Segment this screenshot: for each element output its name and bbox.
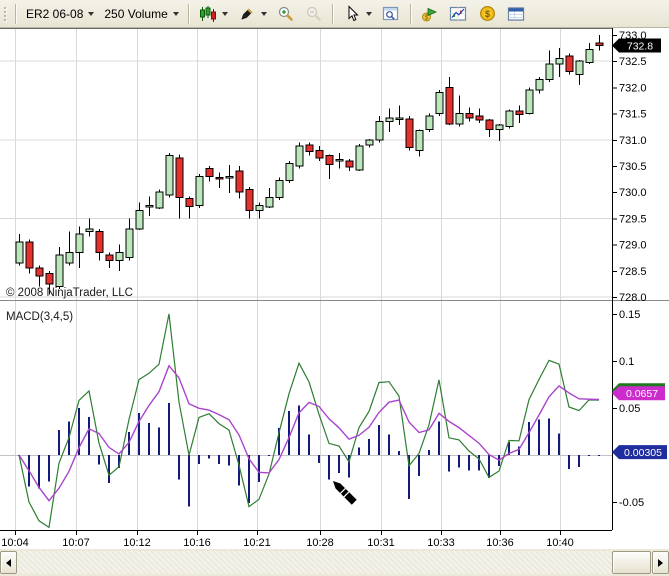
send-to-button[interactable]: $ bbox=[416, 2, 444, 26]
chevron-down-icon bbox=[172, 12, 179, 19]
toolbar-grip-handle[interactable] bbox=[4, 6, 6, 21]
chart-style-icon bbox=[199, 5, 216, 22]
dollar-coin-icon: $ bbox=[479, 5, 495, 22]
chart-trader-button[interactable]: $ bbox=[473, 2, 502, 26]
toolbar-separator bbox=[15, 3, 17, 24]
indicators-button[interactable] bbox=[444, 2, 473, 26]
time-tick-label: 10:21 bbox=[243, 537, 271, 549]
indicator-tick-label: -0.05 bbox=[619, 497, 644, 509]
zoom-in-button[interactable] bbox=[272, 2, 300, 26]
send-to-icon: $ bbox=[421, 7, 437, 21]
drawing-tools-button[interactable] bbox=[233, 2, 272, 26]
data-series-button[interactable] bbox=[502, 2, 531, 26]
zoom-in-icon bbox=[278, 6, 293, 21]
time-axis: 10:04 10:07 10:12 10:16 10:21 10:28 10:31 10:33… bbox=[1, 530, 574, 549]
price-tick-label: 732.5 bbox=[619, 56, 647, 68]
time-tick-label: 10:33 bbox=[427, 537, 455, 549]
svg-text:$: $ bbox=[485, 9, 490, 19]
instrument-label: ER2 06-08 bbox=[26, 6, 84, 21]
price-axis: 733.0732.5732.0731.5731.0730.5730.0729.5… bbox=[612, 30, 647, 304]
interval-selector[interactable]: 250 Volume bbox=[99, 2, 183, 26]
macd-avg-line bbox=[18, 364, 600, 502]
zoom-window-icon bbox=[382, 6, 398, 20]
zoom-out-icon bbox=[306, 6, 321, 21]
time-tick-label: 10:40 bbox=[546, 537, 574, 549]
macd-diff-histogram bbox=[18, 403, 600, 507]
zoom-window-button[interactable] bbox=[377, 2, 406, 26]
indicator-tick-label: 0.05 bbox=[619, 403, 640, 415]
time-tick-label: 10:16 bbox=[183, 537, 211, 549]
chevron-down-icon bbox=[365, 12, 372, 19]
indicators-icon bbox=[449, 6, 466, 21]
toolbar-separator bbox=[187, 3, 190, 24]
macd-line bbox=[18, 313, 600, 529]
interval-label: 250 Volume bbox=[104, 6, 168, 21]
indicator-axis: 0.15 0.1 0.05 -0.05 bbox=[612, 309, 644, 509]
scroll-left-button[interactable] bbox=[0, 551, 17, 574]
price-tick-label: 731.5 bbox=[619, 109, 647, 121]
cursor-icon bbox=[348, 4, 359, 21]
time-tick-label: 10:31 bbox=[367, 537, 395, 549]
drawing-tools-icon bbox=[241, 8, 253, 20]
arrow-right-icon bbox=[658, 558, 667, 567]
time-tick-label: 10:04 bbox=[1, 537, 29, 549]
macd-diff-tag-text: 0.00305 bbox=[624, 447, 662, 459]
indicator-label: MACD(3,4,5) bbox=[6, 311, 73, 323]
toolbar-separator bbox=[331, 3, 334, 24]
price-tick-label: 732.0 bbox=[619, 82, 647, 94]
last-price-tag-text: 732.8 bbox=[627, 40, 653, 52]
scrollbar-thumb[interactable] bbox=[612, 551, 651, 574]
price-tick-label: 730.0 bbox=[619, 187, 647, 199]
indicator-tick-label: 0.15 bbox=[619, 309, 640, 321]
macd-avg-tag-text: 0.0657 bbox=[626, 388, 658, 400]
pencil-cursor bbox=[333, 481, 357, 505]
chevron-down-icon bbox=[88, 12, 95, 19]
candlesticks bbox=[15, 35, 604, 295]
indicator-tick-label: 0.1 bbox=[619, 356, 634, 368]
time-tick-label: 10:07 bbox=[62, 537, 90, 549]
chart-toolbar: ER2 06-08 250 Volume $ $ bbox=[0, 0, 669, 28]
chevron-down-icon bbox=[260, 12, 267, 19]
scrollbar-track[interactable] bbox=[0, 551, 669, 574]
copyright-label: © 2008 NinjaTrader, LLC bbox=[6, 287, 133, 299]
toolbar-separator bbox=[409, 3, 412, 24]
data-grid-icon bbox=[507, 6, 524, 21]
gridlines bbox=[0, 29, 612, 530]
time-tick-label: 10:12 bbox=[123, 537, 151, 549]
price-tick-label: 730.5 bbox=[619, 161, 647, 173]
chart-style-button[interactable] bbox=[194, 2, 233, 26]
price-tick-label: 728.0 bbox=[619, 292, 647, 304]
horizontal-scrollbar bbox=[0, 549, 669, 576]
scroll-right-button[interactable] bbox=[652, 551, 669, 574]
instrument-selector[interactable]: ER2 06-08 bbox=[21, 2, 99, 26]
chevron-down-icon bbox=[221, 12, 228, 19]
time-tick-label: 10:28 bbox=[306, 537, 334, 549]
cursor-mode-button[interactable] bbox=[338, 2, 377, 26]
ninjatrader-chart-window: ER2 06-08 250 Volume $ $ 733.0 732.5 732… bbox=[0, 0, 669, 576]
time-tick-label: 10:36 bbox=[486, 537, 514, 549]
price-tick-label: 728.5 bbox=[619, 266, 647, 278]
price-tick-label: 729.0 bbox=[619, 240, 647, 252]
zoom-out-button[interactable] bbox=[300, 2, 328, 26]
price-tick-label: 731.0 bbox=[619, 135, 647, 147]
arrow-left-icon bbox=[2, 558, 11, 567]
chart-canvas[interactable]: 733.0732.5732.0731.5731.0730.5730.0729.5… bbox=[0, 28, 669, 549]
price-tick-label: 729.5 bbox=[619, 213, 647, 225]
